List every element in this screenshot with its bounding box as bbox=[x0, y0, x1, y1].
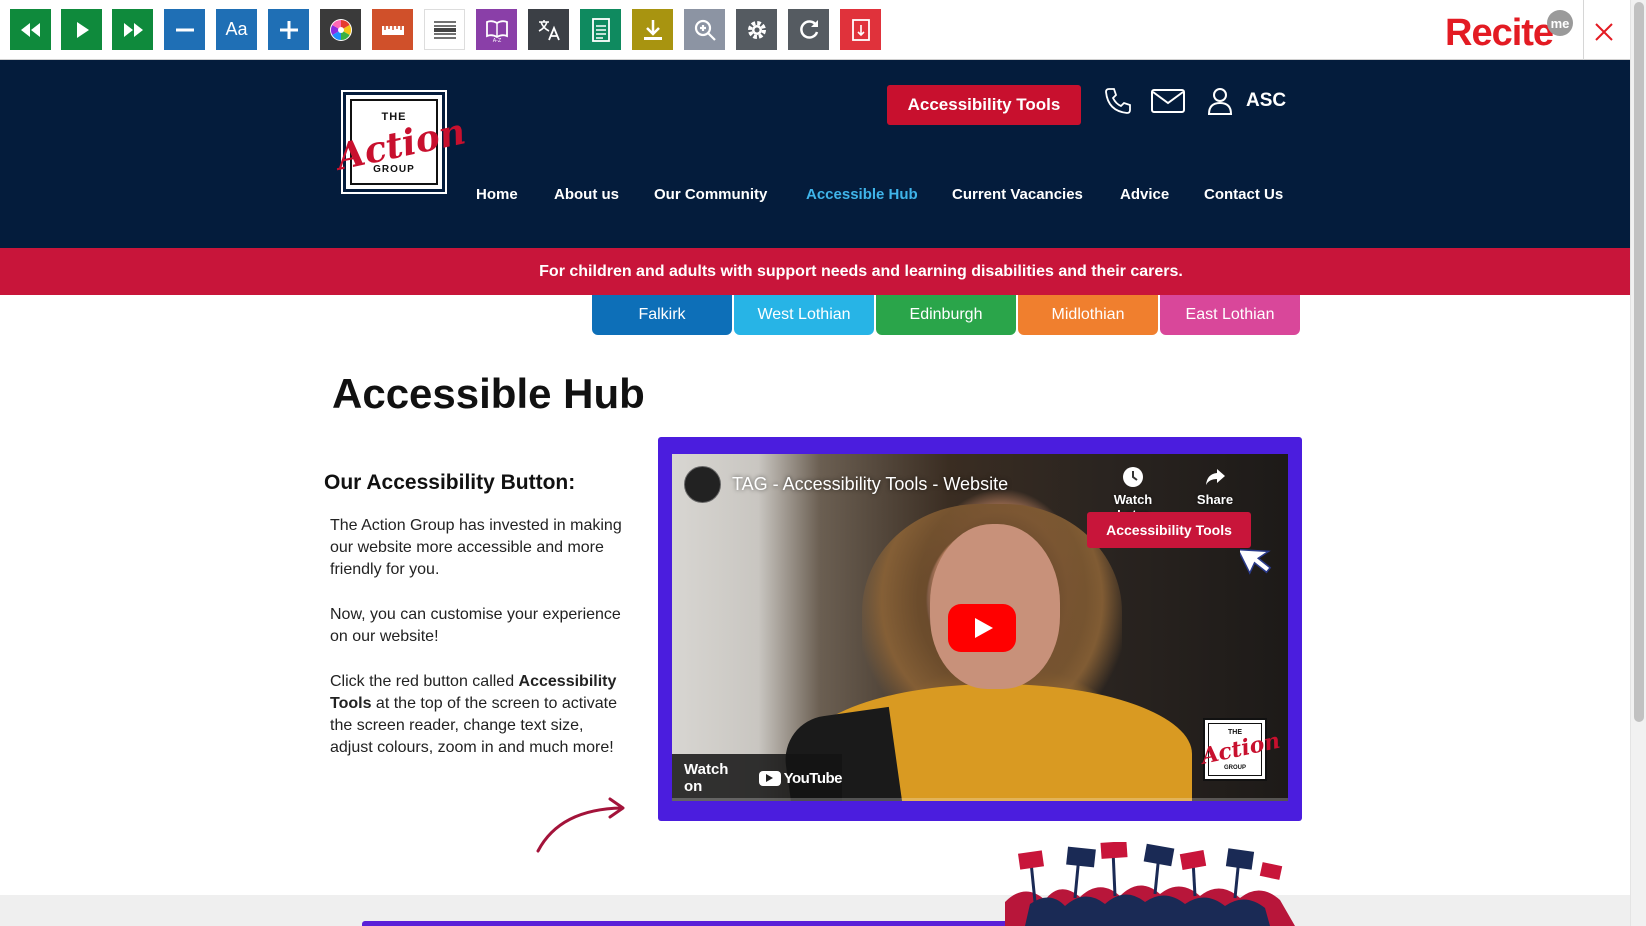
user-icon[interactable] bbox=[1206, 86, 1234, 120]
youtube-logo: YouTube bbox=[758, 769, 843, 787]
translate-icon[interactable] bbox=[528, 9, 569, 50]
site-header: THE Action GROUP Accessibility Tools ASC… bbox=[0, 60, 1630, 248]
region-tab-east-lothian[interactable]: East Lothian bbox=[1160, 295, 1300, 335]
accessibility-tools-button[interactable]: Accessibility Tools bbox=[887, 85, 1081, 125]
share-icon bbox=[1206, 469, 1225, 485]
mail-icon[interactable] bbox=[1150, 86, 1186, 120]
instructions-paragraph: Click the red button called Accessibilit… bbox=[330, 671, 630, 759]
video-frame: TAG - Accessibility Tools - Website Watc… bbox=[658, 437, 1302, 821]
phone-icon[interactable] bbox=[1102, 86, 1132, 120]
rewind-icon[interactable] bbox=[10, 9, 51, 50]
video-logo-border: THE Action GROUP bbox=[1199, 723, 1282, 776]
nav-home[interactable]: Home bbox=[476, 186, 518, 203]
fast-forward-icon[interactable] bbox=[112, 9, 153, 50]
text-only-icon[interactable] bbox=[580, 9, 621, 50]
recite-logo: Recite bbox=[1445, 12, 1554, 54]
settings-gear-icon[interactable] bbox=[736, 9, 777, 50]
youtube-video[interactable]: TAG - Accessibility Tools - Website Watc… bbox=[672, 454, 1288, 801]
section-title: Our Accessibility Button: bbox=[324, 471, 576, 494]
pdf-icon[interactable] bbox=[840, 9, 881, 50]
text-mask-icon[interactable] bbox=[424, 9, 465, 50]
toolbar-divider bbox=[1583, 0, 1584, 60]
account-label[interactable]: ASC bbox=[1246, 90, 1286, 112]
page-scrollbar[interactable] bbox=[1630, 0, 1646, 926]
recite-me-badge: me bbox=[1547, 10, 1573, 36]
region-tab-falkirk[interactable]: Falkirk bbox=[592, 295, 732, 335]
instructions-text-end: at the top of the screen to activate the… bbox=[330, 695, 617, 756]
scrollbar-thumb[interactable] bbox=[1634, 2, 1644, 722]
customise-paragraph: Now, you can customise your experience o… bbox=[330, 606, 621, 645]
play-icon[interactable] bbox=[61, 9, 102, 50]
region-tab-midlothian[interactable]: Midlothian bbox=[1018, 295, 1158, 335]
curved-arrow-icon bbox=[532, 795, 628, 859]
download-icon[interactable] bbox=[632, 9, 673, 50]
region-tab-west-lothian[interactable]: West Lothian bbox=[734, 295, 874, 335]
share-label: Share bbox=[1196, 492, 1234, 507]
font-icon[interactable]: Aa bbox=[216, 9, 257, 50]
dictionary-icon[interactable]: A-Z bbox=[476, 9, 517, 50]
video-title[interactable]: TAG - Accessibility Tools - Website bbox=[732, 474, 1008, 495]
decrease-text-icon[interactable] bbox=[164, 9, 205, 50]
page-title: Accessible Hub bbox=[332, 370, 645, 417]
channel-avatar-icon[interactable] bbox=[684, 466, 721, 503]
intro-paragraph: The Action Group has invested in making … bbox=[330, 517, 622, 578]
logo-group-text: GROUP bbox=[373, 164, 415, 175]
ruler-icon[interactable] bbox=[372, 9, 413, 50]
color-wheel-icon[interactable] bbox=[320, 9, 361, 50]
video-logo-group: GROUP bbox=[1223, 765, 1246, 771]
site-logo[interactable]: THE Action GROUP bbox=[333, 90, 469, 194]
nav-our-community[interactable]: Our Community bbox=[654, 186, 767, 203]
cursor-pointer-icon bbox=[1236, 542, 1276, 582]
youtube-play-icon bbox=[758, 770, 781, 786]
nav-advice[interactable]: Advice bbox=[1120, 186, 1169, 203]
nav-accessible-hub[interactable]: Accessible Hub bbox=[806, 186, 918, 203]
recite-toolbar: Aa A-Z Recite me bbox=[0, 0, 1630, 60]
nav-current-vacancies[interactable]: Current Vacancies bbox=[952, 186, 1083, 203]
close-icon[interactable] bbox=[1592, 20, 1616, 44]
share-button[interactable]: Share bbox=[1180, 466, 1250, 507]
crowd-illustration bbox=[1005, 841, 1295, 926]
next-section-edge bbox=[362, 921, 1062, 926]
clock-icon bbox=[1123, 467, 1143, 487]
region-tab-edinburgh[interactable]: Edinburgh bbox=[876, 295, 1016, 335]
nav-contact-us[interactable]: Contact Us bbox=[1204, 186, 1283, 203]
watch-on-youtube-button[interactable]: Watch on YouTube bbox=[672, 754, 843, 801]
logo-border: THE Action GROUP bbox=[333, 99, 469, 185]
video-overlay-accessibility-button: Accessibility Tools bbox=[1087, 512, 1251, 548]
watch-on-label: Watch on bbox=[684, 761, 729, 795]
play-button-icon[interactable] bbox=[948, 604, 1016, 652]
reset-icon[interactable] bbox=[788, 9, 829, 50]
nav-about-us[interactable]: About us bbox=[554, 186, 619, 203]
youtube-wordmark: YouTube bbox=[783, 769, 843, 787]
svg-text:A-Z: A-Z bbox=[492, 38, 501, 43]
video-progress-bar bbox=[672, 798, 1288, 801]
instructions-text-start: Click the red button called bbox=[330, 673, 519, 690]
video-watermark-logo: THE Action GROUP bbox=[1199, 718, 1282, 781]
tagline-banner: For children and adults with support nee… bbox=[0, 248, 1630, 295]
page: Aa A-Z Recite me THE Action GROUP Access… bbox=[0, 0, 1646, 926]
increase-text-icon[interactable] bbox=[268, 9, 309, 50]
video-logo-action: Action bbox=[1199, 727, 1283, 770]
magnifier-icon[interactable] bbox=[684, 9, 725, 50]
